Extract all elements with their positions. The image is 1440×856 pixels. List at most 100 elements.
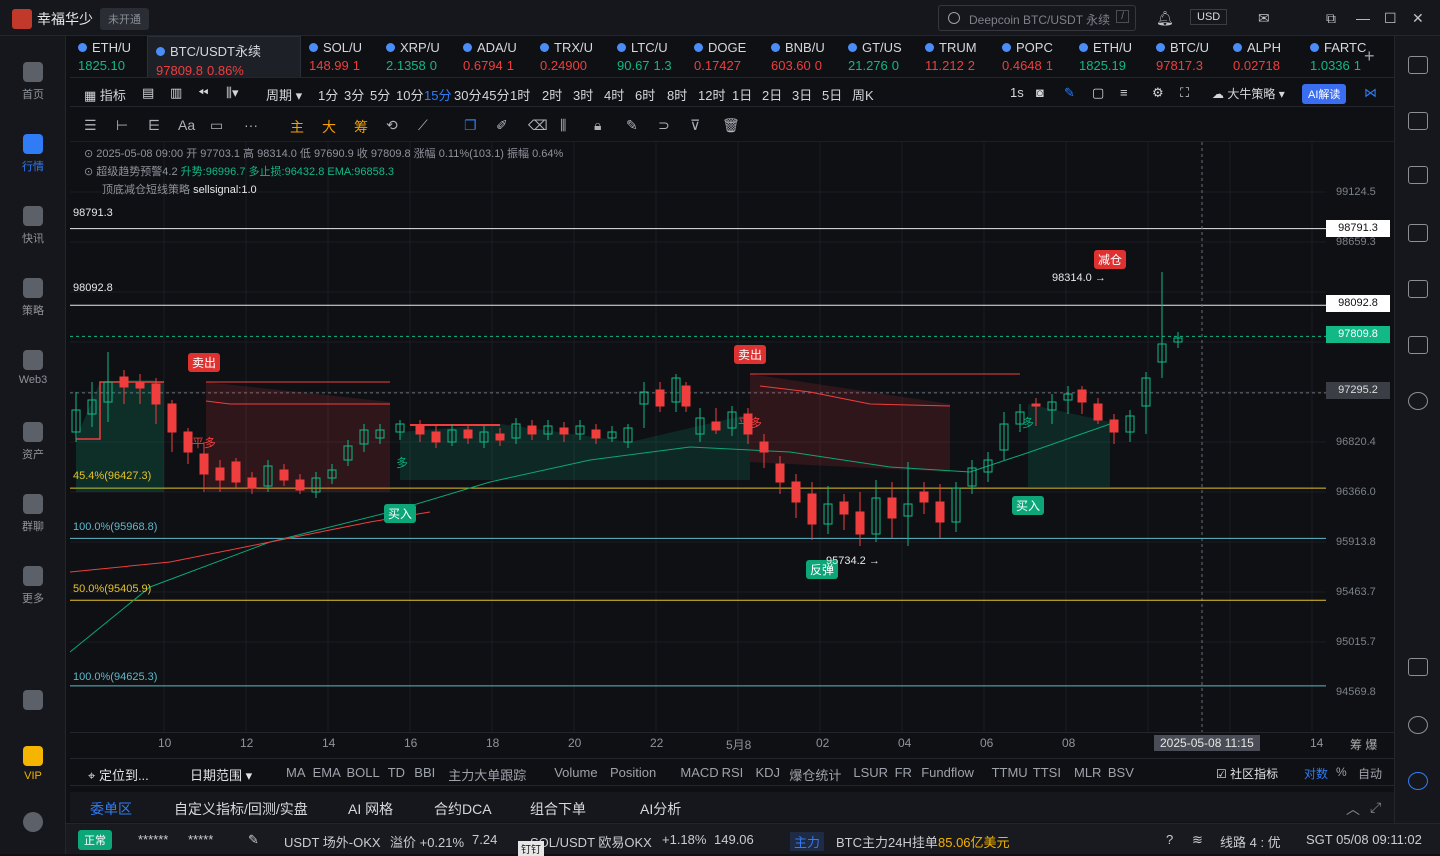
sidebar-item-more[interactable]: 更多 [0,566,66,606]
sidebar-item-assets[interactable]: 资产 [0,422,66,462]
timeframe-option[interactable]: 3分 [344,85,364,104]
ticker-tab[interactable]: TRX/U 0.24900 [532,36,609,77]
edit-icon[interactable]: ✎ [248,832,259,848]
chart-settings-icon[interactable]: 筹 爆 [1350,736,1377,753]
community-indicator-button[interactable]: ☑ 社区指标 [1216,765,1278,782]
more-dots-icon[interactable]: ··· [244,117,258,133]
timeframe-option[interactable]: 3时 [573,85,593,104]
robot-assistant-icon[interactable] [1408,772,1428,790]
document-icon[interactable] [1408,112,1428,130]
text-tool-icon[interactable]: Aa [178,117,195,133]
chip-tool[interactable]: 筹 [354,117,368,137]
bars-icon[interactable]: ⫼ [560,117,566,134]
indicator-item[interactable]: Position [610,765,656,780]
dollar-icon[interactable] [1408,166,1428,184]
ruler-icon[interactable]: ▭ [210,117,223,134]
order-icon[interactable] [1408,392,1428,410]
gear-icon[interactable]: ⚙︎ [1152,85,1164,101]
indicator-item[interactable]: BSV [1108,765,1134,780]
indicator-item[interactable]: BBI [414,765,435,780]
filter-icon[interactable]: ⊽ [690,117,700,134]
ticker-tab[interactable]: GT/US 21.276 0 [840,36,917,77]
ticker-tab[interactable]: ETH/U 1825.10 [70,36,147,77]
magnet-icon[interactable]: ⊃ [658,117,670,134]
trash-icon[interactable]: 🗑︎ [722,117,740,134]
strategy-select[interactable]: ☁︎ 大牛策略 ▾ [1212,85,1285,102]
line-quality[interactable]: 线路 4 : 优 [1220,832,1281,851]
indicator-item[interactable]: EMA [313,765,341,780]
indicator-item[interactable]: MA [286,765,306,780]
main-tool[interactable]: 主 [290,117,304,137]
list-icon[interactable] [1408,56,1428,74]
menu-lines-icon[interactable]: ≡ [1120,85,1128,100]
bottom-tab[interactable]: 委单区 [90,799,132,825]
bottom-tab[interactable]: AI 网格 [348,799,393,819]
sidebar-item-chat[interactable]: 群聊 [0,494,66,534]
ticker-tab[interactable]: SOL/U 148.99 1 [301,36,378,77]
indicator-item[interactable]: BOLL [347,765,380,780]
timeframe-option[interactable]: 周K [852,85,874,104]
auto-scale-toggle[interactable]: 自动 [1358,765,1382,782]
timeframe-option[interactable]: 4时 [604,85,624,104]
indicator-item[interactable]: Volume [554,765,597,780]
trend-icon[interactable] [1408,224,1428,242]
help-icon[interactable]: ? [1166,832,1173,847]
timeframe-option[interactable]: 15分 [424,85,451,104]
indicator-item[interactable]: 主力大单跟踪 [448,765,526,784]
timeframe-option[interactable]: 1日 [732,85,752,104]
price-chart[interactable]: ⊙ 2025-05-08 09:00 开 97703.1 高 98314.0 低… [70,142,1394,732]
eraser-icon[interactable]: ⌫ [528,117,548,134]
share-icon[interactable]: ⋈ [1364,85,1377,101]
indicator-item[interactable]: KDJ [756,765,781,780]
sidebar-item-vip[interactable]: VIP [0,746,66,782]
collapse-icon[interactable]: ︿ [1346,799,1360,819]
timeframe-option[interactable]: 30分 [454,85,481,104]
minimize-icon[interactable]: — [1356,10,1370,26]
monitor-icon[interactable] [1408,280,1428,298]
sidebar-item-home[interactable]: 首页 [0,62,66,102]
hamburger-icon[interactable]: ☰ [84,117,97,134]
ticker-tab[interactable]: TRUM 11.212 2 [917,36,994,77]
timeframe-option[interactable]: 5分 [370,85,390,104]
add-ticker-icon[interactable]: + [1364,46,1375,67]
big-tool[interactable]: 大 [322,117,336,137]
tick-1s[interactable]: 1s [1010,85,1024,100]
candle-type-icon[interactable]: ⫼▾ [226,85,239,101]
indicator-item[interactable]: TD [388,765,405,780]
ticker-tab[interactable]: ETH/U 1825.19 [1071,36,1148,77]
layout-grid-icon[interactable]: ▥ [170,85,182,101]
chart-canvas[interactable] [70,142,1394,732]
hline-icon[interactable]: ⊢ [116,117,128,134]
timeframe-option[interactable]: 1分 [318,85,338,104]
lock-icon[interactable]: 🔒︎ [594,117,601,134]
sidebar-item-phone[interactable] [0,690,66,714]
headset-icon[interactable] [1408,716,1428,734]
locate-button[interactable]: ⌖ 定位到... [88,765,149,784]
layout-icon[interactable] [1408,658,1428,676]
sidebar-item-strategy[interactable]: 策略 [0,278,66,318]
ticker-tab[interactable]: BNB/U 603.60 0 [763,36,840,77]
card-icon[interactable] [1408,336,1428,354]
timeframe-option[interactable]: 45分 [482,85,509,104]
indicator-button[interactable]: ▦ 指标 [84,85,126,104]
timeframe-option[interactable]: 2时 [542,85,562,104]
ticker-tab[interactable]: DOGE 0.17427 [686,36,763,77]
expand-icon[interactable]: ⤢ [1370,799,1381,816]
ticker-tab[interactable]: BTC/U 97817.3 [1148,36,1225,77]
indicator-item[interactable]: MLR [1074,765,1101,780]
indicator-item[interactable]: TTSI [1033,765,1061,780]
frame-icon[interactable]: ▢ [1092,85,1104,101]
bottom-tab[interactable]: 合约DCA [434,799,492,819]
timeframe-option[interactable]: 10分 [396,85,423,104]
edit-icon[interactable]: ✎ [626,117,638,134]
ticker-tab[interactable]: POPC 0.4648 1 [994,36,1071,77]
rewind-icon[interactable]: ⏪︎ [198,85,208,101]
open-badge[interactable]: 未开通 [100,8,149,30]
mail-icon[interactable]: ✉︎ [1258,10,1270,27]
sidebar-item-market[interactable]: 行情 [0,134,66,174]
indicator-item[interactable]: LSUR [853,765,888,780]
refresh-draw-icon[interactable]: ⟲ [386,117,398,134]
ai-analysis-button[interactable]: AI解读 [1302,84,1347,104]
copy-icon[interactable]: ❐ [464,117,477,134]
log-scale-toggle[interactable]: 对数 [1304,765,1328,782]
